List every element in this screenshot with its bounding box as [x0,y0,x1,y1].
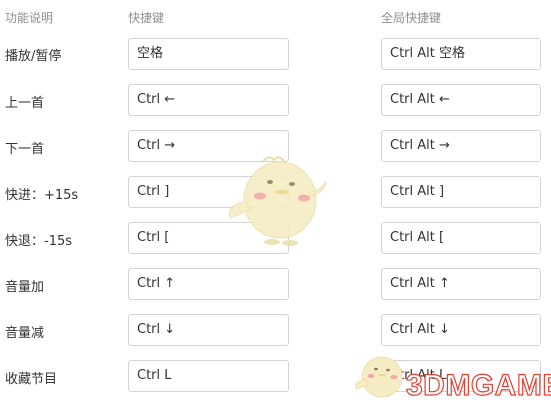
header-global-shortcut: 全局快捷键 [381,11,442,25]
global-shortcut-input-play-pause[interactable]: Ctrl Alt 空格 [381,38,541,70]
global-shortcut-input-previous[interactable]: Ctrl Alt ← [381,84,541,116]
header-description: 功能说明 [5,11,54,25]
shortcut-settings-panel: 功能说明 快捷键 全局快捷键 播放/暂停 空格 Ctrl Alt 空格 上一首 … [0,0,551,404]
row-label-play-pause: 播放/暂停 [5,49,62,64]
row-label-favorite: 收藏节目 [5,372,58,387]
row-label-previous: 上一首 [5,96,45,111]
global-shortcut-input-volume-up[interactable]: Ctrl Alt ↑ [381,268,541,300]
shortcut-input-previous[interactable]: Ctrl ← [128,84,289,116]
global-shortcut-input-rewind[interactable]: Ctrl Alt [ [381,222,541,254]
row-label-volume-down: 音量减 [5,326,45,341]
mascot-bird-icon [228,156,327,246]
global-shortcut-input-next[interactable]: Ctrl Alt → [381,130,541,162]
row-label-volume-up: 音量加 [5,280,45,295]
header-shortcut: 快捷键 [128,11,165,25]
row-label-next: 下一首 [5,142,45,157]
shortcut-input-play-pause[interactable]: 空格 [128,38,289,70]
watermark-logo: 3DMGAME [405,368,551,402]
row-label-rewind: 快退：-15s [5,234,73,249]
global-shortcut-input-volume-down[interactable]: Ctrl Alt ↓ [381,314,541,346]
watermark-text: 3DMGAME [406,369,551,402]
shortcut-input-volume-down[interactable]: Ctrl ↓ [128,314,289,346]
watermark-mascot-icon [355,356,403,398]
shortcut-input-favorite[interactable]: Ctrl L [128,360,289,392]
row-label-fast-forward: 快进：+15s [5,188,79,203]
shortcut-input-volume-up[interactable]: Ctrl ↑ [128,268,289,300]
global-shortcut-input-fast-forward[interactable]: Ctrl Alt ] [381,176,541,208]
